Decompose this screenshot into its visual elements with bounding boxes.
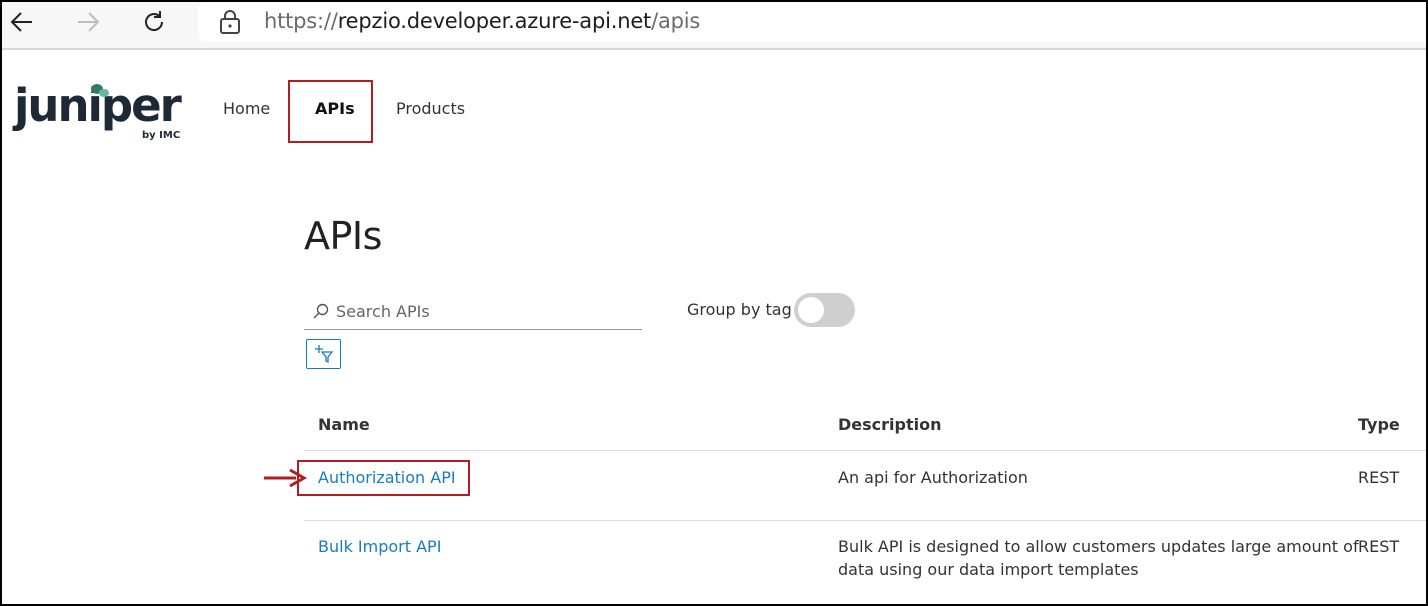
column-header-name[interactable]: Name <box>318 415 370 434</box>
annotation-highlight-authorization <box>297 460 470 496</box>
search-input[interactable] <box>336 296 636 326</box>
logo-subtitle: by IMC <box>142 130 181 141</box>
browser-toolbar: https://repzio.developer.azure-api.net/a… <box>0 0 1428 50</box>
address-bar[interactable]: https://repzio.developer.azure-api.net/a… <box>198 2 1428 42</box>
api-link-bulk-import[interactable]: Bulk Import API <box>318 535 441 558</box>
group-by-tag-label: Group by tag <box>687 300 792 319</box>
back-button[interactable] <box>4 4 40 40</box>
api-description-line1: Bulk API is designed to allow customers … <box>838 537 1359 556</box>
table-divider <box>304 520 1428 521</box>
api-type: REST <box>1358 537 1400 556</box>
forward-button[interactable] <box>70 4 106 40</box>
page-title: APIs <box>304 214 382 258</box>
table-divider <box>304 450 1428 451</box>
filter-add-icon <box>314 345 333 364</box>
juniper-logo[interactable]: juniper by IMC <box>14 80 194 150</box>
logo-leaf-icon <box>91 84 109 97</box>
api-description: An api for Authorization <box>838 468 1028 487</box>
refresh-icon <box>145 11 164 31</box>
search-icon <box>313 303 329 319</box>
nav-products[interactable]: Products <box>396 99 465 118</box>
lock-icon <box>220 10 240 34</box>
column-header-type: Type <box>1358 415 1400 434</box>
add-filter-button[interactable] <box>306 339 341 369</box>
api-description-line2: data using our data import templates <box>838 560 1139 579</box>
group-by-tag-toggle[interactable] <box>794 293 855 327</box>
search-box <box>304 292 642 330</box>
url-text: https://repzio.developer.azure-api.net/a… <box>264 9 701 33</box>
arrow-left-icon <box>10 12 32 32</box>
annotation-highlight-apis <box>288 80 373 143</box>
nav-home[interactable]: Home <box>223 99 270 118</box>
annotation-arrow-icon <box>264 468 308 488</box>
refresh-button[interactable] <box>136 4 172 40</box>
column-header-description: Description <box>838 415 942 434</box>
api-type: REST <box>1358 468 1400 487</box>
toggle-knob <box>798 297 824 323</box>
arrow-right-icon <box>78 12 100 32</box>
